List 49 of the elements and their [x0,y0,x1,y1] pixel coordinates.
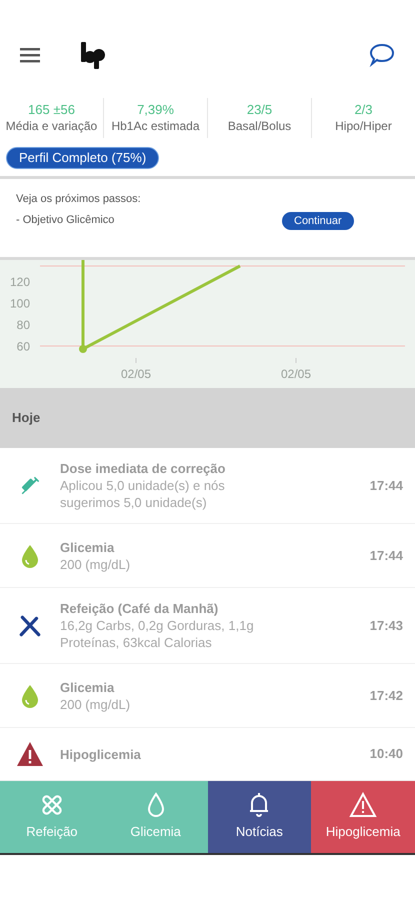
event-item[interactable]: Refeição (Café da Manhã) 16,2g Carbs, 0,2g Gorduras, 1,1g Proteínas, 63kcal Calorias 17:43 [0,588,415,664]
event-detail: 16,2g Carbs, 0,2g Gorduras, 1,1g Proteínas, 63kcal Calorias [60,617,255,651]
stat-label: Hb1Ac estimada [111,118,200,134]
stat-value: 23/5 [246,102,272,118]
menu-icon[interactable] [20,47,40,63]
event-title: Dose imediata de correção [60,460,226,477]
x-axis-label: 02/05 [120,367,152,381]
warning-icon [16,741,44,767]
stat-label: Hipo/Hiper [335,118,392,134]
stat-label: Basal/Bolus [228,118,292,134]
section-header: Hoje [0,388,415,448]
stat-value: 2/3 [354,102,373,118]
chat-icon[interactable] [369,43,395,67]
event-time: 17:44 [370,546,403,565]
stat-value: 165 ±56 [28,102,75,118]
event-item[interactable]: Dose imediata de correção Aplicou 5,0 unidade(s) e nós sugerimos 5,0 unidade(s) 17:44 [0,448,415,524]
drop-icon [146,792,166,818]
data-point [79,345,87,353]
continue-button[interactable]: Continuar [282,212,354,230]
event-detail: 200 (mg/dL) [60,696,132,712]
event-title: Hipoglicemia [60,746,142,762]
event-time: 17:42 [370,686,403,705]
event-time: 17:43 [370,616,403,635]
event-title: Refeição (Café da Manhã) [60,600,220,617]
y-axis-label: 60 [16,340,30,354]
stat-label: Média e variação [6,118,98,134]
event-title: Glicemia [60,678,116,696]
stat-value: 7,39% [137,102,174,118]
event-title: Glicemia [60,538,116,556]
action-button[interactable]: Notícias [208,781,312,853]
event-item[interactable]: Glicemia 200 (mg/dL) 17:44 [0,524,415,588]
action-button[interactable]: Refeição [0,781,104,853]
y-axis-label: 120 [10,275,30,289]
y-axis-label: 80 [16,318,30,332]
drop-icon [20,684,40,708]
event-detail: 200 (mg/dL) [60,556,132,572]
event-detail: Aplicou 5,0 unidade(s) e nós sugerimos 5,0 unidade(s) [60,477,226,511]
event-item[interactable]: Glicemia 200 (mg/dL) 17:42 [0,664,415,728]
action-button[interactable]: Glicemia [104,781,208,853]
profile-badge[interactable]: Perfil Completo (75%) [6,147,160,169]
x-axis-label: 02/05 [280,367,312,381]
warning-icon [349,792,378,818]
next-step-item: - Objetivo Glicêmico [16,213,116,228]
event-time: 10:40 [370,745,403,764]
y-axis-label: 100 [10,296,30,310]
next-steps-title: Veja os próximos passos: [16,192,142,207]
action-button[interactable]: Hipoglicemia [311,781,415,853]
event-time: 17:44 [370,476,403,495]
drop-icon [20,544,40,568]
